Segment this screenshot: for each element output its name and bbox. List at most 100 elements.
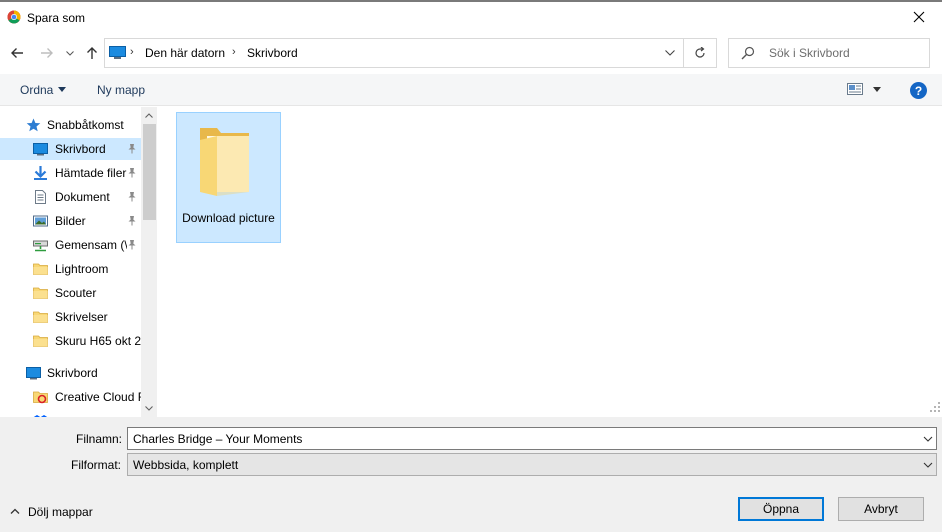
sidebar-item-label: Snabbåtkomst: [47, 118, 124, 132]
file-item[interactable]: Download picture: [176, 112, 281, 243]
pin-icon[interactable]: [127, 215, 137, 226]
sidebar-item-label: Lightroom: [55, 262, 109, 276]
sidebar-item-gemensam[interactable]: Gemensam (\: [0, 234, 141, 256]
navigation-pane[interactable]: Snabbåtkomst Skrivbord Hämtade filer Dokume…: [0, 107, 157, 417]
desktop-icon: [33, 142, 48, 156]
save-form: Filnamn: Charles Bridge – Your Moments F…: [0, 417, 942, 532]
chrome-icon: [7, 10, 21, 24]
filename-label: Filnamn:: [76, 432, 123, 446]
scroll-thumb[interactable]: [143, 124, 156, 220]
resize-grip-icon[interactable]: [929, 401, 941, 413]
format-label: Filformat:: [71, 458, 122, 472]
navigation-bar: › Den här datorn › Skrivbord Sök i Skriv…: [0, 32, 942, 74]
new-folder-button[interactable]: Ny mapp: [97, 83, 145, 97]
forward-button[interactable]: [36, 42, 58, 64]
format-select[interactable]: Webbsida, komplett: [127, 453, 937, 476]
sidebar-item-skuru-h65-okt-21[interactable]: Skuru H65 okt 21: [0, 330, 141, 352]
view-options-icon[interactable]: [847, 82, 863, 96]
chevron-down-icon: [145, 406, 153, 411]
sidebar-item-skrivbord[interactable]: Skrivbord: [0, 362, 141, 384]
sidebar-item-label: Skuru H65 okt 21: [55, 334, 141, 348]
address-divider: [683, 39, 684, 67]
sidebar-item-dokument[interactable]: Dokument: [0, 186, 141, 208]
pin-icon[interactable]: [127, 167, 137, 178]
sidebar-item-label: Skrivbord: [47, 366, 98, 380]
arrow-right-icon: [41, 48, 53, 58]
up-button[interactable]: [81, 42, 103, 64]
breadcrumb-separator-icon[interactable]: ›: [130, 46, 134, 58]
sidebar-item-label: Dokument: [55, 190, 110, 204]
command-toolbar: Ordna Ny mapp ?: [0, 74, 942, 106]
sidebar-item-label: Hämtade filer: [55, 166, 127, 180]
sidebar-item-hämtade-filer[interactable]: Hämtade filer: [0, 162, 141, 184]
title-bar: Spara som: [0, 2, 942, 32]
address-bar[interactable]: › Den här datorn › Skrivbord: [104, 38, 717, 68]
search-box[interactable]: Sök i Skrivbord: [728, 38, 930, 68]
navigation-scrollbar[interactable]: [141, 107, 157, 417]
breadcrumb-desktop[interactable]: Skrivbord: [247, 46, 298, 60]
pin-icon[interactable]: [127, 239, 137, 250]
pin-icon[interactable]: [127, 191, 137, 202]
sidebar-item-label: Creative Cloud F: [55, 390, 141, 404]
folder-icon: [33, 334, 48, 348]
sidebar-item-label: Skrivbord: [55, 142, 106, 156]
network-drive-icon: [33, 238, 48, 252]
arrow-left-icon: [11, 48, 23, 58]
sidebar-item-label: Gemensam (\: [55, 238, 127, 252]
cancel-button[interactable]: Avbryt: [838, 497, 924, 521]
chevron-up-icon: [10, 508, 20, 514]
this-pc-icon: [109, 46, 126, 59]
sidebar-item-scouter[interactable]: Scouter: [0, 282, 141, 304]
file-item-name: Download picture: [182, 211, 275, 225]
chevron-down-icon[interactable]: [923, 460, 933, 470]
help-button[interactable]: ?: [910, 82, 927, 99]
sidebar-item-lightroom[interactable]: Lightroom: [0, 258, 141, 280]
search-icon: [741, 46, 755, 60]
address-history-button[interactable]: [658, 39, 682, 67]
format-value: Webbsida, komplett: [133, 458, 239, 472]
scroll-up-button[interactable]: [141, 107, 157, 124]
sidebar-item-skrivbord[interactable]: Skrivbord: [0, 138, 141, 160]
chevron-down-icon: [66, 50, 74, 56]
recent-locations-button[interactable]: [63, 42, 77, 64]
folder-icon: [33, 286, 48, 300]
caret-down-icon[interactable]: [873, 87, 881, 92]
back-button[interactable]: [6, 42, 28, 64]
sidebar-item-skrivelser[interactable]: Skrivelser: [0, 306, 141, 328]
sidebar-item-creative-cloud-f[interactable]: Creative Cloud F: [0, 386, 141, 408]
folder-icon: [200, 128, 249, 196]
chevron-down-icon[interactable]: [923, 434, 933, 444]
folder-icon: [33, 262, 48, 276]
close-button[interactable]: [896, 2, 942, 32]
arrow-up-icon: [87, 47, 97, 59]
search-placeholder: Sök i Skrivbord: [769, 46, 850, 60]
creative-cloud-folder-icon: [33, 390, 48, 404]
sidebar-item-label: Scouter: [55, 286, 97, 300]
refresh-button[interactable]: [687, 39, 713, 67]
breadcrumb-separator-icon[interactable]: ›: [232, 46, 236, 58]
sidebar-item-snabbåtkomst[interactable]: Snabbåtkomst: [0, 114, 141, 136]
file-view[interactable]: Download picture: [157, 107, 942, 417]
pin-icon[interactable]: [127, 143, 137, 154]
sidebar-item-dropbox-icon[interactable]: [0, 410, 141, 417]
hide-folders-label[interactable]: Dölj mappar: [28, 505, 93, 519]
document-icon: [33, 190, 48, 204]
desktop-icon: [26, 366, 41, 380]
filename-input[interactable]: Charles Bridge – Your Moments: [127, 427, 937, 450]
open-button[interactable]: Öppna: [738, 497, 824, 521]
caret-down-icon[interactable]: [58, 87, 66, 92]
pictures-icon: [33, 214, 48, 228]
sidebar-item-label: Bilder: [55, 214, 86, 228]
window-title: Spara som: [27, 11, 86, 25]
close-icon: [913, 11, 925, 23]
organize-button[interactable]: Ordna: [20, 83, 53, 97]
download-arrow-icon: [33, 166, 48, 180]
filename-value[interactable]: Charles Bridge – Your Moments: [133, 432, 302, 446]
scroll-down-button[interactable]: [141, 400, 157, 417]
chevron-down-icon: [665, 50, 675, 56]
sidebar-item-bilder[interactable]: Bilder: [0, 210, 141, 232]
chevron-up-icon: [145, 113, 153, 118]
refresh-icon: [695, 47, 705, 58]
star-icon: [26, 118, 41, 132]
breadcrumb-this-pc[interactable]: Den här datorn: [145, 46, 225, 60]
